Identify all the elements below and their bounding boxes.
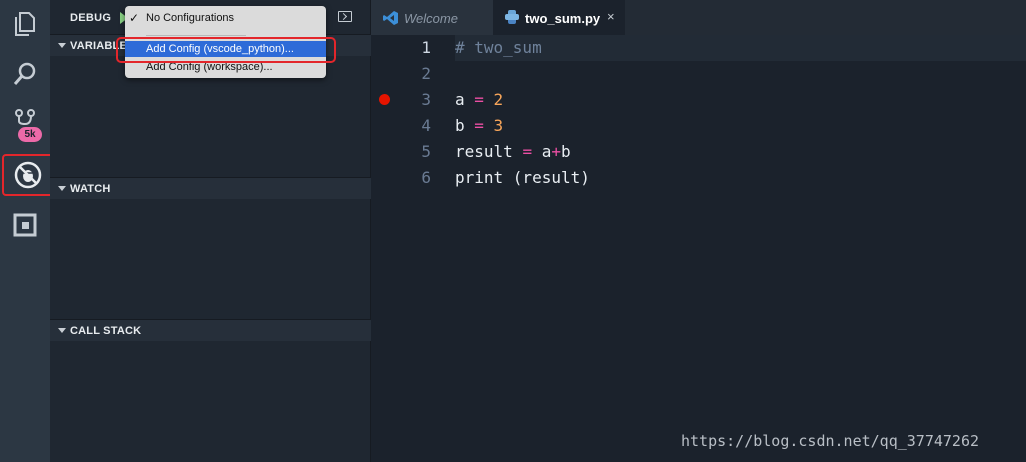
tab-welcome[interactable]: Welcome <box>371 0 493 35</box>
code-number: 2 <box>483 90 504 109</box>
editor-tab-bar: Welcome two_sum.py × <box>371 0 1026 35</box>
extensions-icon[interactable] <box>4 204 46 246</box>
search-icon[interactable] <box>4 53 46 95</box>
code-operator: = <box>474 90 484 109</box>
dropdown-separator <box>146 35 246 36</box>
code-variable: result <box>455 142 523 161</box>
code-number: 3 <box>483 116 504 135</box>
watermark-url: https://blog.csdn.net/qq_37747262 <box>681 432 980 450</box>
code-comment: # two_sum <box>455 38 542 57</box>
explorer-icon[interactable] <box>4 3 46 45</box>
code-variable: b <box>560 142 571 161</box>
line-number: 1 <box>421 38 431 57</box>
code-line-4: b = 3 <box>455 116 503 135</box>
breakpoint-icon[interactable] <box>379 94 390 105</box>
debug-title: DEBUG <box>70 12 112 24</box>
debug-console-icon[interactable] <box>338 11 352 22</box>
checkmark-icon: ✓ <box>129 11 140 25</box>
code-operator: = <box>522 142 533 161</box>
code-variable: b <box>455 116 475 135</box>
tab-two-sum-py[interactable]: two_sum.py × <box>493 0 625 35</box>
annotation-highlight-box <box>116 37 336 63</box>
line-number: 6 <box>421 168 431 187</box>
call-stack-label: CALL STACK <box>70 325 142 337</box>
watch-section-header[interactable]: WATCH <box>50 177 371 199</box>
line-number: 3 <box>421 90 431 109</box>
vscode-icon <box>383 10 399 31</box>
call-stack-section-header[interactable]: CALL STACK <box>50 319 371 341</box>
code-variable: a <box>455 90 475 109</box>
debug-icon[interactable] <box>2 154 54 196</box>
collapse-triangle-icon <box>58 186 66 191</box>
source-control-badge: 5k <box>18 127 42 142</box>
line-number: 4 <box>421 116 431 135</box>
line-number: 2 <box>421 64 431 83</box>
code-operator: = <box>474 116 484 135</box>
watch-label: WATCH <box>70 183 111 195</box>
code-editor[interactable]: 1 2 3 4 5 6 # two_sum a = 2 b = 3 result… <box>371 35 1026 462</box>
code-line-3: a = 2 <box>455 90 503 109</box>
code-text: print (result) <box>455 168 590 187</box>
python-icon <box>505 10 519 29</box>
close-tab-icon[interactable]: × <box>607 9 615 24</box>
code-operator: + <box>551 142 561 161</box>
code-variable: a <box>532 142 552 161</box>
collapse-triangle-icon <box>58 43 66 48</box>
dropdown-item-no-configurations[interactable]: ✓ No Configurations <box>125 10 326 26</box>
collapse-triangle-icon <box>58 328 66 333</box>
code-line-6: print (result) <box>455 168 590 187</box>
code-line-5: result = a+b <box>455 142 571 161</box>
activity-bar: 5k <box>0 0 54 462</box>
code-line-1: # two_sum <box>455 38 542 57</box>
line-number: 5 <box>421 142 431 161</box>
